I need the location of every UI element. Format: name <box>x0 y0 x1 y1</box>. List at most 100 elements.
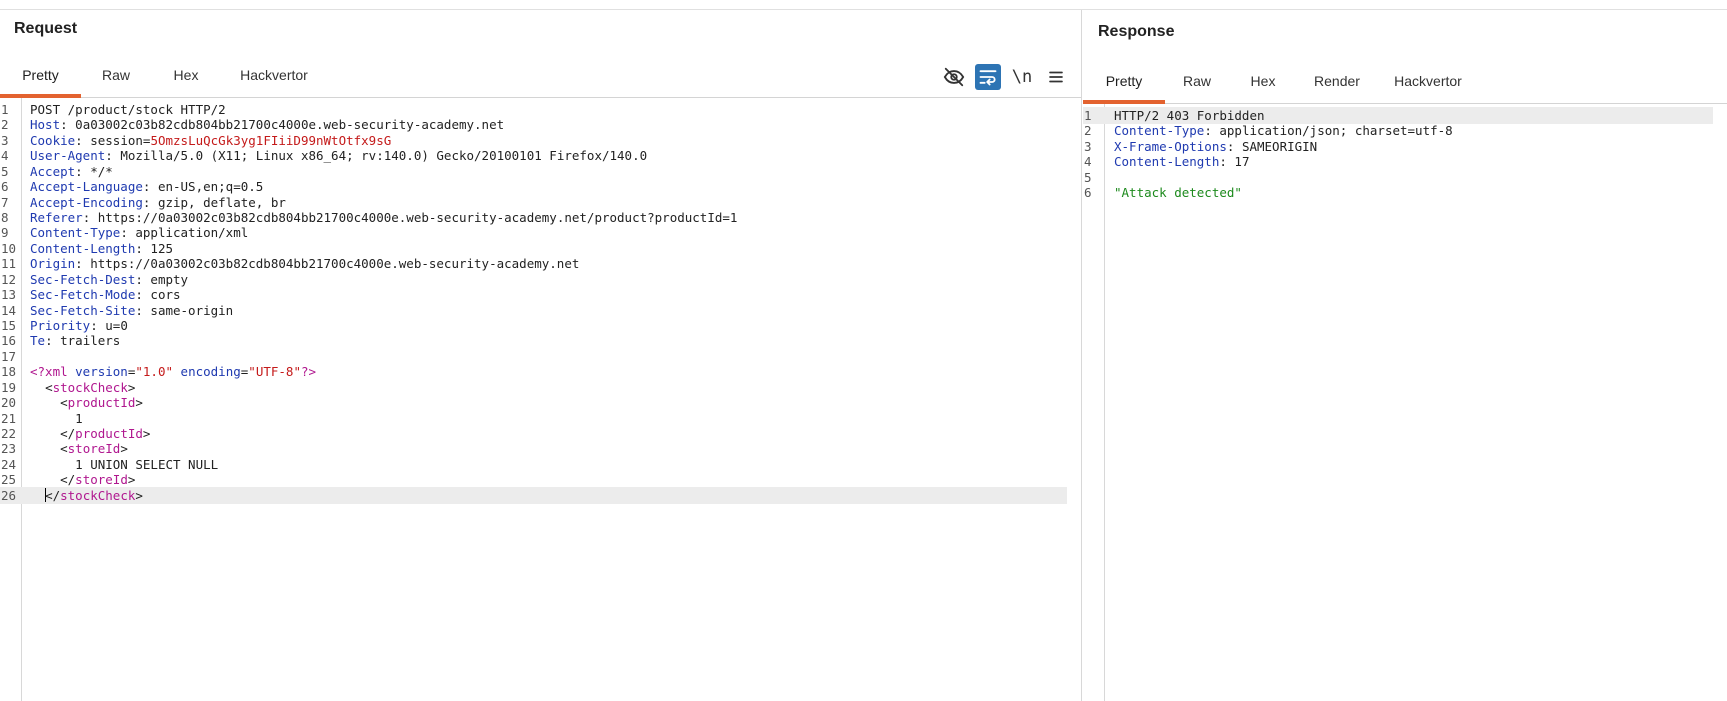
header-value: https://0a03002c03b82cdb804bb21700c4000e… <box>90 256 580 272</box>
xml-product-close-tag: productId <box>75 426 143 442</box>
line-number: 12 <box>1 271 17 287</box>
line-content: </productId> <box>60 426 151 442</box>
request-tab-hex[interactable]: Hex <box>156 54 216 97</box>
header-value: empty <box>150 271 189 287</box>
header-value: https://0a03002c03b82cdb804bb21700c4000e… <box>97 210 738 225</box>
line-number: 6 <box>1084 185 1092 201</box>
code-line: 16 Te: trailers <box>0 332 1067 349</box>
response-tab-hackvertor[interactable]: Hackvertor <box>1387 60 1469 103</box>
code-line: 4 Content-Length: 17 <box>1083 153 1713 170</box>
code-line: 4 User-Agent: Mozilla/5.0 (X11; Linux x86… <box>0 147 1067 164</box>
line-content: User-Agent: Mozilla/5.0 (X11; Linux x86_… <box>30 148 648 164</box>
header-name: Accept-Encoding <box>30 194 143 210</box>
xml-root-open-tag: stockCheck <box>52 379 128 395</box>
request-toolbar: \n <box>941 64 1069 90</box>
word-wrap-icon[interactable] <box>975 64 1001 90</box>
xml-product-open-tag: productId <box>67 395 136 411</box>
line-number: 8 <box>1 210 9 225</box>
response-tab-pretty[interactable]: Pretty <box>1083 60 1165 104</box>
code-line: 25 </storeId> <box>0 471 1067 488</box>
code-line: 24 1 UNION SELECT NULL <box>0 456 1067 473</box>
code-line: 22 </productId> <box>0 425 1067 442</box>
header-value: application/xml <box>135 225 249 241</box>
line-content: Content-Length: 17 <box>1114 154 1250 170</box>
header-value: gzip, deflate, br <box>157 194 286 210</box>
response-tab-hex[interactable]: Hex <box>1238 60 1288 103</box>
response-tab-render[interactable]: Render <box>1305 60 1369 103</box>
line-number: 20 <box>1 395 17 411</box>
line-number: 2 <box>1084 123 1092 139</box>
xml-store-open-tag: storeId <box>67 441 121 457</box>
code-line: 6 "Attack detected" <box>1083 184 1713 201</box>
response-body: "Attack detected" <box>1114 185 1242 201</box>
header-name: Priority <box>30 318 91 334</box>
code-line: 18 <?xml version="1.0" encoding="UTF-8"?> <box>0 363 1067 380</box>
response-pane: Response Pretty Raw Hex Render Hackverto… <box>1083 10 1727 701</box>
header-name: Content-Length <box>1114 154 1220 170</box>
response-tab-raw[interactable]: Raw <box>1169 60 1225 103</box>
code-line: 12 Sec-Fetch-Dest: empty <box>0 271 1067 288</box>
header-value: same-origin <box>150 302 234 318</box>
header-value: session= <box>90 132 151 148</box>
xml-decl-close: ?> <box>300 364 317 380</box>
header-value: Mozilla/5.0 (X11; Linux x86_64; rv:140.0… <box>120 148 648 164</box>
line-content: Te: trailers <box>30 333 121 349</box>
line-content: "Attack detected" <box>1114 184 1242 201</box>
response-tabbar: Pretty Raw Hex Render Hackvertor <box>1083 60 1727 104</box>
request-tabbar: Pretty Raw Hex Hackvertor \n <box>0 54 1081 98</box>
code-line: 2 Host: 0a03002c03b82cdb804bb21700c4000e.… <box>0 116 1067 133</box>
line-content: Host: 0a03002c03b82cdb804bb21700c4000e.w… <box>30 117 505 133</box>
line-number: 25 <box>1 472 17 488</box>
xml-encoding-attr: encoding <box>180 364 241 380</box>
line-number: 14 <box>1 302 17 318</box>
code-line: 10 Content-Length: 125 <box>0 240 1067 257</box>
line-content: Accept-Language: en-US,en;q=0.5 <box>30 179 264 195</box>
header-name: Cookie <box>30 132 76 148</box>
code-line: 8 Referer: https://0a03002c03b82cdb804bb2… <box>0 209 1067 226</box>
request-tab-raw[interactable]: Raw <box>86 54 146 97</box>
line-content: Sec-Fetch-Dest: empty <box>30 271 189 287</box>
line-content: <productId> <box>60 395 143 411</box>
header-name: Accept <box>30 163 76 179</box>
line-content: Content-Length: 125 <box>30 240 173 256</box>
line-content: Sec-Fetch-Site: same-origin <box>30 302 234 318</box>
request-tab-pretty[interactable]: Pretty <box>0 54 81 98</box>
header-value: */* <box>90 163 113 179</box>
request-editor[interactable]: 1 POST /product/stock HTTP/2 2 Host: 0a0300… <box>0 98 1081 701</box>
cookie-value: 5OmzsLuQcGk3yg1FIiiD99nWtOtfx9sG <box>150 132 392 148</box>
xml-store-close-tag: storeId <box>75 472 128 488</box>
line-number: 6 <box>1 179 9 195</box>
start-line: HTTP/2 403 Forbidden <box>1114 108 1265 123</box>
code-line: 26 </stockCheck> <box>0 486 1067 504</box>
header-value: trailers <box>60 333 121 349</box>
code-line: 6 Accept-Language: en-US,en;q=0.5 <box>0 178 1067 195</box>
header-name: User-Agent <box>30 148 106 164</box>
header-name: Referer <box>30 210 83 225</box>
request-pane: Request Pretty Raw Hex Hackvertor \n 1 P… <box>0 10 1082 701</box>
show-newlines-button[interactable]: \n <box>1009 64 1035 90</box>
header-value: 125 <box>150 240 173 256</box>
line-content: Referer: https://0a03002c03b82cdb804bb21… <box>30 210 738 225</box>
line-number: 2 <box>1 117 9 133</box>
menu-icon[interactable] <box>1043 64 1069 90</box>
code-line: 2 Content-Type: application/json; charset… <box>1083 122 1713 139</box>
line-number: 10 <box>1 240 17 256</box>
header-name: Content-Type <box>30 225 121 241</box>
header-name: Origin <box>30 256 76 272</box>
response-title: Response <box>1098 23 1175 40</box>
hide-nonprinting-eye-slash-icon[interactable] <box>941 64 967 90</box>
header-value: application/json; charset=utf-8 <box>1219 123 1453 139</box>
request-tab-hackvertor[interactable]: Hackvertor <box>234 54 314 97</box>
xml-product-value: 1 <box>75 410 83 426</box>
header-name: X-Frame-Options <box>1114 138 1227 154</box>
response-editor[interactable]: 1 HTTP/2 403 Forbidden 2 Content-Type: appl… <box>1083 104 1727 701</box>
line-number: 24 <box>1 456 17 472</box>
line-number: 4 <box>1084 154 1092 170</box>
top-border <box>0 0 1727 10</box>
start-line: POST /product/stock HTTP/2 <box>30 102 226 117</box>
line-content: </stockCheck> <box>45 487 143 503</box>
line-number: 18 <box>1 364 17 380</box>
xml-encoding-value: "UTF-8" <box>248 364 301 380</box>
header-name: Content-Length <box>30 240 136 256</box>
header-name: Content-Type <box>1114 123 1205 139</box>
